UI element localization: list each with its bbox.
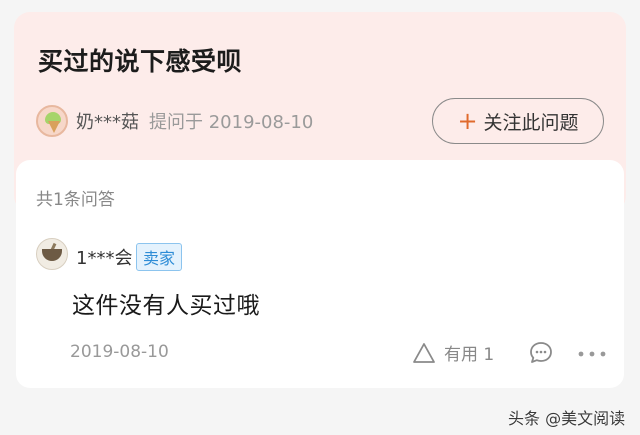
thumb-triangle-icon: [413, 342, 435, 363]
asker-name[interactable]: 奶***菇: [76, 108, 139, 134]
comment-icon[interactable]: [528, 340, 554, 366]
asker-info: 奶***菇 提问于 2019-08-10: [36, 104, 313, 138]
answer-text: 这件没有人买过哦: [72, 293, 260, 319]
follow-button-label: 关注此问题: [483, 111, 579, 134]
answer-count: 共1条问答: [36, 190, 115, 210]
ice-cream-avatar-icon[interactable]: [36, 105, 68, 137]
mortar-avatar-icon[interactable]: [36, 238, 68, 270]
useful-button[interactable]: 有用 1: [412, 340, 494, 365]
follow-question-button[interactable]: + 关注此问题: [432, 98, 604, 144]
answer-date: 2019-08-10: [70, 342, 169, 362]
answer-author[interactable]: 1***会: [76, 244, 132, 270]
useful-label: 有用 1: [444, 345, 495, 365]
seller-badge: 卖家: [136, 243, 183, 271]
plus-icon: +: [457, 107, 478, 135]
question-title: 买过的说下感受呗: [38, 47, 243, 76]
watermark: 头条 @美文阅读: [508, 409, 626, 428]
asked-date: 提问于 2019-08-10: [149, 112, 314, 133]
more-icon[interactable]: [578, 351, 606, 357]
